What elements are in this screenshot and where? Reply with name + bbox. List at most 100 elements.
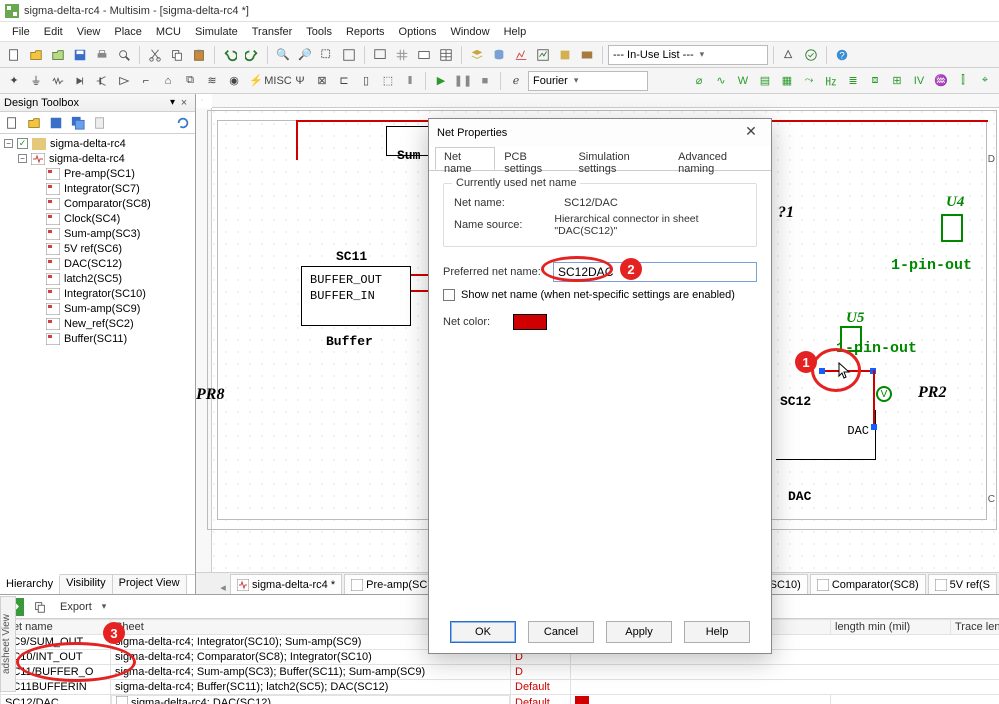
stop-icon[interactable]: ■: [475, 71, 495, 91]
export-label[interactable]: Export: [56, 601, 96, 613]
menu-file[interactable]: File: [6, 25, 36, 39]
instr-bode-icon[interactable]: ⤳: [799, 71, 819, 91]
run-icon[interactable]: ▶: [431, 71, 451, 91]
instr-wordgen-icon[interactable]: ≣: [843, 71, 863, 91]
u4-component[interactable]: [941, 214, 963, 242]
erc-icon[interactable]: [801, 45, 821, 65]
tree-sheet[interactable]: Sum-amp(SC3): [0, 226, 195, 241]
tree-sheet[interactable]: Integrator(SC7): [0, 181, 195, 196]
menu-tools[interactable]: Tools: [300, 25, 338, 39]
tree-sheet[interactable]: New_ref(SC2): [0, 316, 195, 331]
table-row[interactable]: SC12/DACsigma-delta-rc4; DAC(SC12)Defaul…: [1, 695, 999, 704]
menu-help[interactable]: Help: [498, 25, 533, 39]
place-cmos-icon[interactable]: ⌂: [158, 71, 178, 91]
wire[interactable]: [873, 370, 875, 426]
toggle-grid-icon[interactable]: [392, 45, 412, 65]
tab-netname[interactable]: Net name: [435, 147, 495, 170]
cancel-button[interactable]: Cancel: [528, 621, 594, 643]
selection-handle[interactable]: [871, 424, 877, 430]
chevron-down-icon[interactable]: ▾: [102, 601, 107, 612]
instr-4ch-scope-icon[interactable]: ▦: [777, 71, 797, 91]
cut-icon[interactable]: [145, 45, 165, 65]
wire[interactable]: [296, 120, 298, 160]
col-lenmax[interactable]: Trace length max (mil): [951, 620, 999, 635]
analysis-combo[interactable]: Fourier ▾: [528, 71, 648, 91]
open-file-icon[interactable]: [26, 45, 46, 65]
menu-options[interactable]: Options: [393, 25, 443, 39]
instr-wattmeter-icon[interactable]: W: [733, 71, 753, 91]
instr-multimeter-icon[interactable]: ⌀: [689, 71, 709, 91]
menu-simulate[interactable]: Simulate: [189, 25, 244, 39]
instr-net-icon[interactable]: ⌖: [975, 71, 995, 91]
doc-tab[interactable]: 5V ref(S: [928, 574, 997, 594]
place-analog-icon[interactable]: [114, 71, 134, 91]
parent-sheet-icon[interactable]: [555, 45, 575, 65]
net-color-swatch[interactable]: [513, 314, 547, 330]
table-row[interactable]: SC11BUFFERINsigma-delta-rc4; Buffer(SC11…: [1, 680, 999, 695]
place-source-icon[interactable]: ✦: [4, 71, 24, 91]
menu-window[interactable]: Window: [444, 25, 495, 39]
component-db-icon[interactable]: [489, 45, 509, 65]
tree-checkbox-icon[interactable]: ✓: [17, 138, 28, 149]
tab-sim[interactable]: Simulation settings: [569, 147, 669, 170]
open-example-icon[interactable]: [48, 45, 68, 65]
instr-logicconv-icon[interactable]: ⊞: [887, 71, 907, 91]
place-ttl-icon[interactable]: ⌐: [136, 71, 156, 91]
tree-expander-icon[interactable]: −: [18, 154, 27, 163]
menu-place[interactable]: Place: [108, 25, 148, 39]
instr-scope-icon[interactable]: ▤: [755, 71, 775, 91]
menu-mcu[interactable]: MCU: [150, 25, 187, 39]
place-em-icon[interactable]: ⊠: [312, 71, 332, 91]
copy-icon[interactable]: [167, 45, 187, 65]
instr-freq-icon[interactable]: ㎐: [821, 71, 841, 91]
place-misc2-icon[interactable]: MISC: [268, 71, 288, 91]
instr-logic-icon[interactable]: ⧈: [865, 71, 885, 91]
postproc-icon[interactable]: [533, 45, 553, 65]
tree-sheet[interactable]: Clock(SC4): [0, 211, 195, 226]
help-icon[interactable]: ?: [832, 45, 852, 65]
tree-sheet[interactable]: DAC(SC12): [0, 256, 195, 271]
close-icon[interactable]: ✕: [739, 123, 763, 143]
tree-sheet[interactable]: Integrator(SC10): [0, 286, 195, 301]
buffer-block[interactable]: BUFFER_OUT BUFFER_IN: [301, 266, 411, 326]
tree-sheet[interactable]: Sum-amp(SC9): [0, 301, 195, 316]
dt-saveall-icon[interactable]: [68, 113, 88, 133]
voltage-probe-icon[interactable]: V: [876, 386, 892, 402]
col-netname[interactable]: Net name: [1, 620, 111, 635]
apply-button[interactable]: Apply: [606, 621, 672, 643]
tab-project-view[interactable]: Project View: [113, 575, 187, 594]
doc-tab[interactable]: sigma-delta-rc4 *: [230, 574, 342, 594]
dt-close-icon[interactable]: [90, 113, 110, 133]
instr-iv-icon[interactable]: IV: [909, 71, 929, 91]
menu-transfer[interactable]: Transfer: [246, 25, 299, 39]
save-icon[interactable]: [70, 45, 90, 65]
tree-sheet[interactable]: Comparator(SC8): [0, 196, 195, 211]
pin-icon[interactable]: ▾: [170, 97, 175, 109]
place-hier-icon[interactable]: ⬚: [378, 71, 398, 91]
place-indicator-icon[interactable]: ◉: [224, 71, 244, 91]
tab-visibility[interactable]: Visibility: [60, 575, 113, 594]
tree-design[interactable]: − sigma-delta-rc4: [0, 151, 195, 166]
wire[interactable]: [411, 274, 429, 276]
place-transistor-icon[interactable]: [92, 71, 112, 91]
dt-refresh-icon[interactable]: [173, 113, 193, 133]
in-use-list-combo[interactable]: --- In-Use List --- ▾: [608, 45, 768, 65]
menu-view[interactable]: View: [71, 25, 107, 39]
zoom-out-icon[interactable]: 🔎: [295, 45, 315, 65]
zoom-in-icon[interactable]: 🔍: [273, 45, 293, 65]
tab-hierarchy[interactable]: Hierarchy: [0, 574, 60, 594]
fullscreen-icon[interactable]: [370, 45, 390, 65]
place-ground-icon[interactable]: [26, 71, 46, 91]
graph-icon[interactable]: [511, 45, 531, 65]
breadboard-icon[interactable]: [577, 45, 597, 65]
design-tree[interactable]: − ✓ sigma-delta-rc4 − sigma-delta-rc4 Pr…: [0, 134, 195, 574]
zoom-area-icon[interactable]: [317, 45, 337, 65]
tab-pcb[interactable]: PCB settings: [495, 147, 569, 170]
col-lenmin[interactable]: length min (mil): [831, 620, 951, 635]
spreadsheet-tab[interactable]: adsheet View: [0, 596, 16, 692]
tab-scroll-left-icon[interactable]: ◂: [216, 581, 230, 594]
paste-icon[interactable]: [189, 45, 209, 65]
layers-icon[interactable]: [467, 45, 487, 65]
wire[interactable]: [411, 290, 429, 292]
undo-icon[interactable]: [220, 45, 240, 65]
